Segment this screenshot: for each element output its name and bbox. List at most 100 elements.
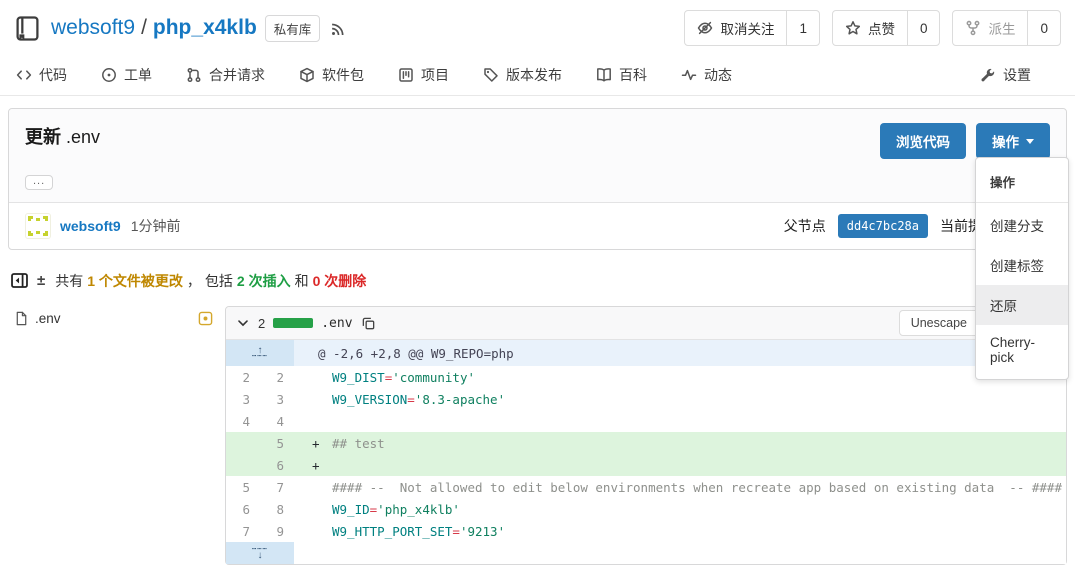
code-token: 'community' (392, 370, 475, 385)
diff-table: ↑┅┅┅@ -2,6 +2,8 @@ W9_REPO=php22 W9_DIST… (226, 340, 1066, 564)
dropdown-divider (976, 202, 1068, 203)
diff-code-row: 68 W9_ID='php_x4klb' (226, 498, 1066, 520)
dropdown-item-2[interactable]: 创建标签 (976, 245, 1068, 285)
collapse-file-chevron-icon[interactable] (236, 316, 250, 330)
commit-author-link[interactable]: websoft9 (60, 218, 121, 234)
diff-stat-bar (273, 318, 313, 328)
package-icon (299, 67, 315, 83)
nav-tab-issue[interactable]: 工单 (101, 65, 152, 85)
repo-owner-link[interactable]: websoft9 (51, 16, 135, 40)
nav-tab-pull-request[interactable]: 合并请求 (186, 65, 265, 85)
repo-header: websoft9 / php_x4klb 私有库 取消关注1点赞0派生0 (0, 0, 1075, 54)
diff-sign (312, 502, 332, 517)
wrench-icon (980, 67, 996, 83)
old-line-number: 2 (226, 366, 260, 388)
expand-up-button[interactable]: ↑┅┅┅ (226, 340, 294, 366)
code-line: W9_VERSION='8.3-apache' (294, 388, 1066, 410)
operations-dropdown-menu: 操作 创建分支创建标签还原Cherry-pick (975, 157, 1069, 380)
old-line-number: 4 (226, 410, 260, 432)
parent-commit-label: 父节点 (784, 216, 826, 236)
old-line-number (226, 454, 260, 476)
code-token: = (407, 392, 415, 407)
new-line-number: 5 (260, 432, 294, 454)
new-line-number: 8 (260, 498, 294, 520)
fork-icon (965, 20, 981, 36)
diff-code-row: 5+## test (226, 432, 1066, 454)
nav-tab-pulse[interactable]: 动态 (681, 65, 732, 85)
nav-tab-tag[interactable]: 版本发布 (483, 65, 562, 85)
dropdown-item-3[interactable]: 还原 (976, 285, 1068, 325)
project-icon (398, 67, 414, 83)
diff-sign (312, 524, 332, 539)
repo-action-buttons: 取消关注1点赞0派生0 (684, 10, 1061, 46)
dropdown-item-4[interactable]: Cherry-pick (976, 325, 1068, 375)
file-tree-panel: .env (8, 306, 225, 329)
issue-icon (101, 67, 117, 83)
repo-action-fork[interactable]: 派生0 (952, 10, 1061, 46)
pull-request-icon (186, 67, 202, 83)
nav-tab-package[interactable]: 软件包 (299, 65, 364, 85)
code-line: W9_DIST='community' (294, 366, 1066, 388)
nav-tab-project[interactable]: 项目 (398, 65, 449, 85)
dropdown-item-1[interactable]: 创建分支 (976, 205, 1068, 245)
pulse-icon (681, 67, 697, 83)
nav-tab-label: 项目 (421, 65, 449, 85)
commit-box: 更新 .env 浏览代码 操作 ... (8, 108, 1067, 250)
action-label: 取消关注 (720, 18, 774, 38)
diff-code-row: 44 (226, 410, 1066, 432)
repo-action-eye-slash[interactable]: 取消关注 1 (684, 10, 820, 46)
diff-summary-row: ± 共有1 个文件被更改，包括2 次插入和0 次删除 (10, 265, 1065, 296)
book-icon (596, 67, 612, 83)
diff-sign: + (312, 458, 332, 473)
copy-filename-icon[interactable] (361, 316, 376, 331)
code-token: #### -- Not allowed to edit below enviro… (332, 480, 1062, 495)
files-changed-count: 1 个文件被更改 (87, 273, 183, 289)
action-count-badge[interactable]: 1 (786, 11, 819, 45)
nav-tab-label: 软件包 (322, 65, 364, 85)
commit-message-expander-button[interactable]: ... (25, 175, 53, 190)
nav-tab-label: 版本发布 (506, 65, 562, 85)
parent-commit-hash-button[interactable]: dd4c7bc28a (838, 214, 928, 238)
new-line-number: 3 (260, 388, 294, 410)
diff-sign: + (312, 436, 332, 451)
nav-tab-code[interactable]: 代码 (16, 65, 67, 85)
old-line-number (226, 432, 260, 454)
nav-tab-label: 工单 (124, 65, 152, 85)
nav-tab-label: 合并请求 (209, 65, 265, 85)
code-token: W9_HTTP_PORT_SET (332, 524, 452, 539)
repo-name-link[interactable]: php_x4klb (153, 16, 257, 40)
browse-code-button[interactable]: 浏览代码 (880, 123, 966, 159)
eye-slash-icon (697, 20, 713, 36)
unescape-button[interactable]: Unescape (899, 310, 979, 336)
dropdown-header: 操作 (976, 162, 1068, 200)
nav-tab-book[interactable]: 百科 (596, 65, 647, 85)
new-line-number: 7 (260, 476, 294, 498)
diff-code-row: 22 W9_DIST='community' (226, 366, 1066, 388)
new-line-number: 9 (260, 520, 294, 542)
hunk-header-text: @ -2,6 +2,8 @@ W9_REPO=php (294, 340, 1066, 366)
nav-tab-settings[interactable]: 设置 (980, 65, 1031, 85)
new-line-number: 2 (260, 366, 294, 388)
commit-meta-row: websoft9 1分钟前 父节点 dd4c7bc28a 当前提交 1b0 (9, 202, 1066, 249)
operations-dropdown-button[interactable]: 操作 (976, 123, 1050, 159)
new-line-number: 4 (260, 410, 294, 432)
toggle-file-tree-icon[interactable] (10, 271, 29, 290)
nav-tab-label: 百科 (619, 65, 647, 85)
diff-stats-text: 共有1 个文件被更改，包括2 次插入和0 次删除 (55, 271, 370, 291)
repo-action-star[interactable]: 点赞 0 (832, 10, 941, 46)
code-icon (16, 67, 32, 83)
nav-tab-label: 设置 (1003, 65, 1031, 85)
diff-sign (312, 392, 332, 407)
repo-nav-tabs: 代码 工单 合并请求 软件包 项目 版本发布 百科 动态 设置 (0, 54, 1075, 96)
repo-logo-icon (14, 15, 41, 42)
expand-down-button[interactable]: ┅┅┅↓ (226, 542, 294, 564)
private-repo-badge: 私有库 (265, 15, 321, 42)
file-tree-item[interactable]: .env (12, 308, 215, 329)
diff-expander-row: ┅┅┅↓ (226, 542, 1066, 564)
action-count-badge[interactable]: 0 (907, 11, 940, 45)
diff-filename: .env (321, 316, 352, 331)
plus-minus-icon: ± (37, 272, 45, 289)
rss-feed-icon[interactable] (330, 20, 347, 37)
action-count-badge[interactable]: 0 (1027, 11, 1060, 45)
action-label: 点赞 (868, 18, 895, 38)
